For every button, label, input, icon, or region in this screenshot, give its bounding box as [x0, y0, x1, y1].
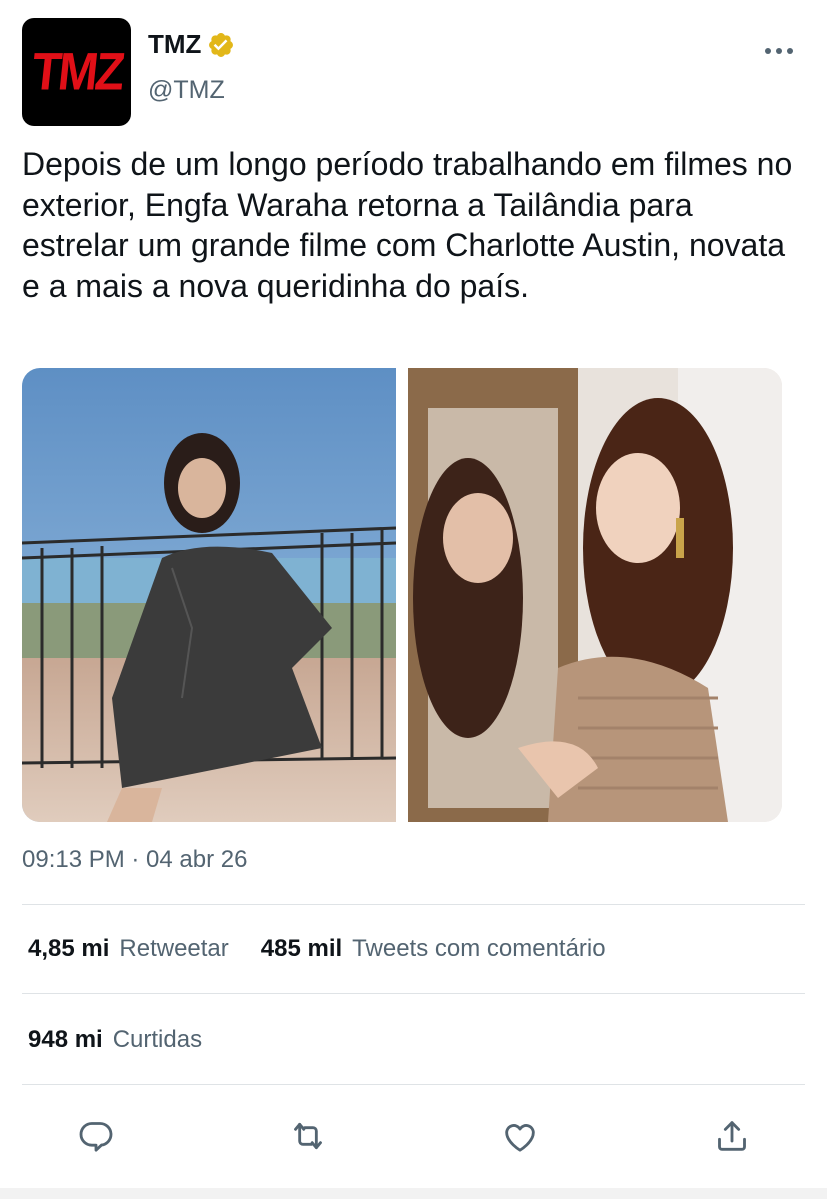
verified-badge-icon: [207, 31, 235, 59]
like-icon[interactable]: [498, 1114, 542, 1158]
display-name[interactable]: TMZ: [148, 29, 201, 60]
tweet-text: Depois de um longo período trabalhando e…: [22, 146, 793, 304]
tweet-header: TMZ TMZ @TMZ: [22, 18, 805, 126]
stats-row-retweets: 4,85 mi Retweetar 485 mil Tweets com com…: [28, 935, 606, 963]
timestamp[interactable]: 09:13 PM · 04 abr 26: [22, 846, 247, 874]
share-icon[interactable]: [710, 1114, 754, 1158]
handle[interactable]: @TMZ: [148, 76, 225, 105]
media-grid: [22, 368, 782, 822]
photo-2[interactable]: [408, 368, 782, 822]
retweets-stat[interactable]: 4,85 mi Retweetar: [28, 935, 229, 963]
divider: [22, 904, 805, 905]
photo-1[interactable]: [22, 368, 396, 822]
avatar[interactable]: TMZ: [22, 18, 131, 126]
quotes-stat[interactable]: 485 mil Tweets com comentário: [261, 935, 606, 963]
name-row: TMZ: [148, 29, 235, 60]
likes-stat[interactable]: 948 mi Curtidas: [28, 1026, 202, 1054]
divider: [22, 993, 805, 994]
quotes-count: 485 mil: [260, 935, 343, 962]
stats-row-likes: 948 mi Curtidas: [28, 1026, 202, 1054]
retweet-icon[interactable]: [286, 1114, 330, 1158]
divider: [22, 1084, 805, 1085]
retweets-count: 4,85 mi: [28, 935, 110, 962]
more-icon[interactable]: [765, 44, 797, 58]
likes-count: 948 mi: [28, 1026, 103, 1053]
quotes-label: Tweets com comentário: [352, 935, 606, 962]
reply-icon[interactable]: [74, 1114, 118, 1158]
bottom-bar: [0, 1188, 827, 1199]
retweets-label: Retweetar: [119, 935, 229, 962]
action-bar: [22, 1108, 805, 1164]
likes-label: Curtidas: [112, 1026, 203, 1053]
tmz-logo: TMZ: [28, 42, 125, 102]
